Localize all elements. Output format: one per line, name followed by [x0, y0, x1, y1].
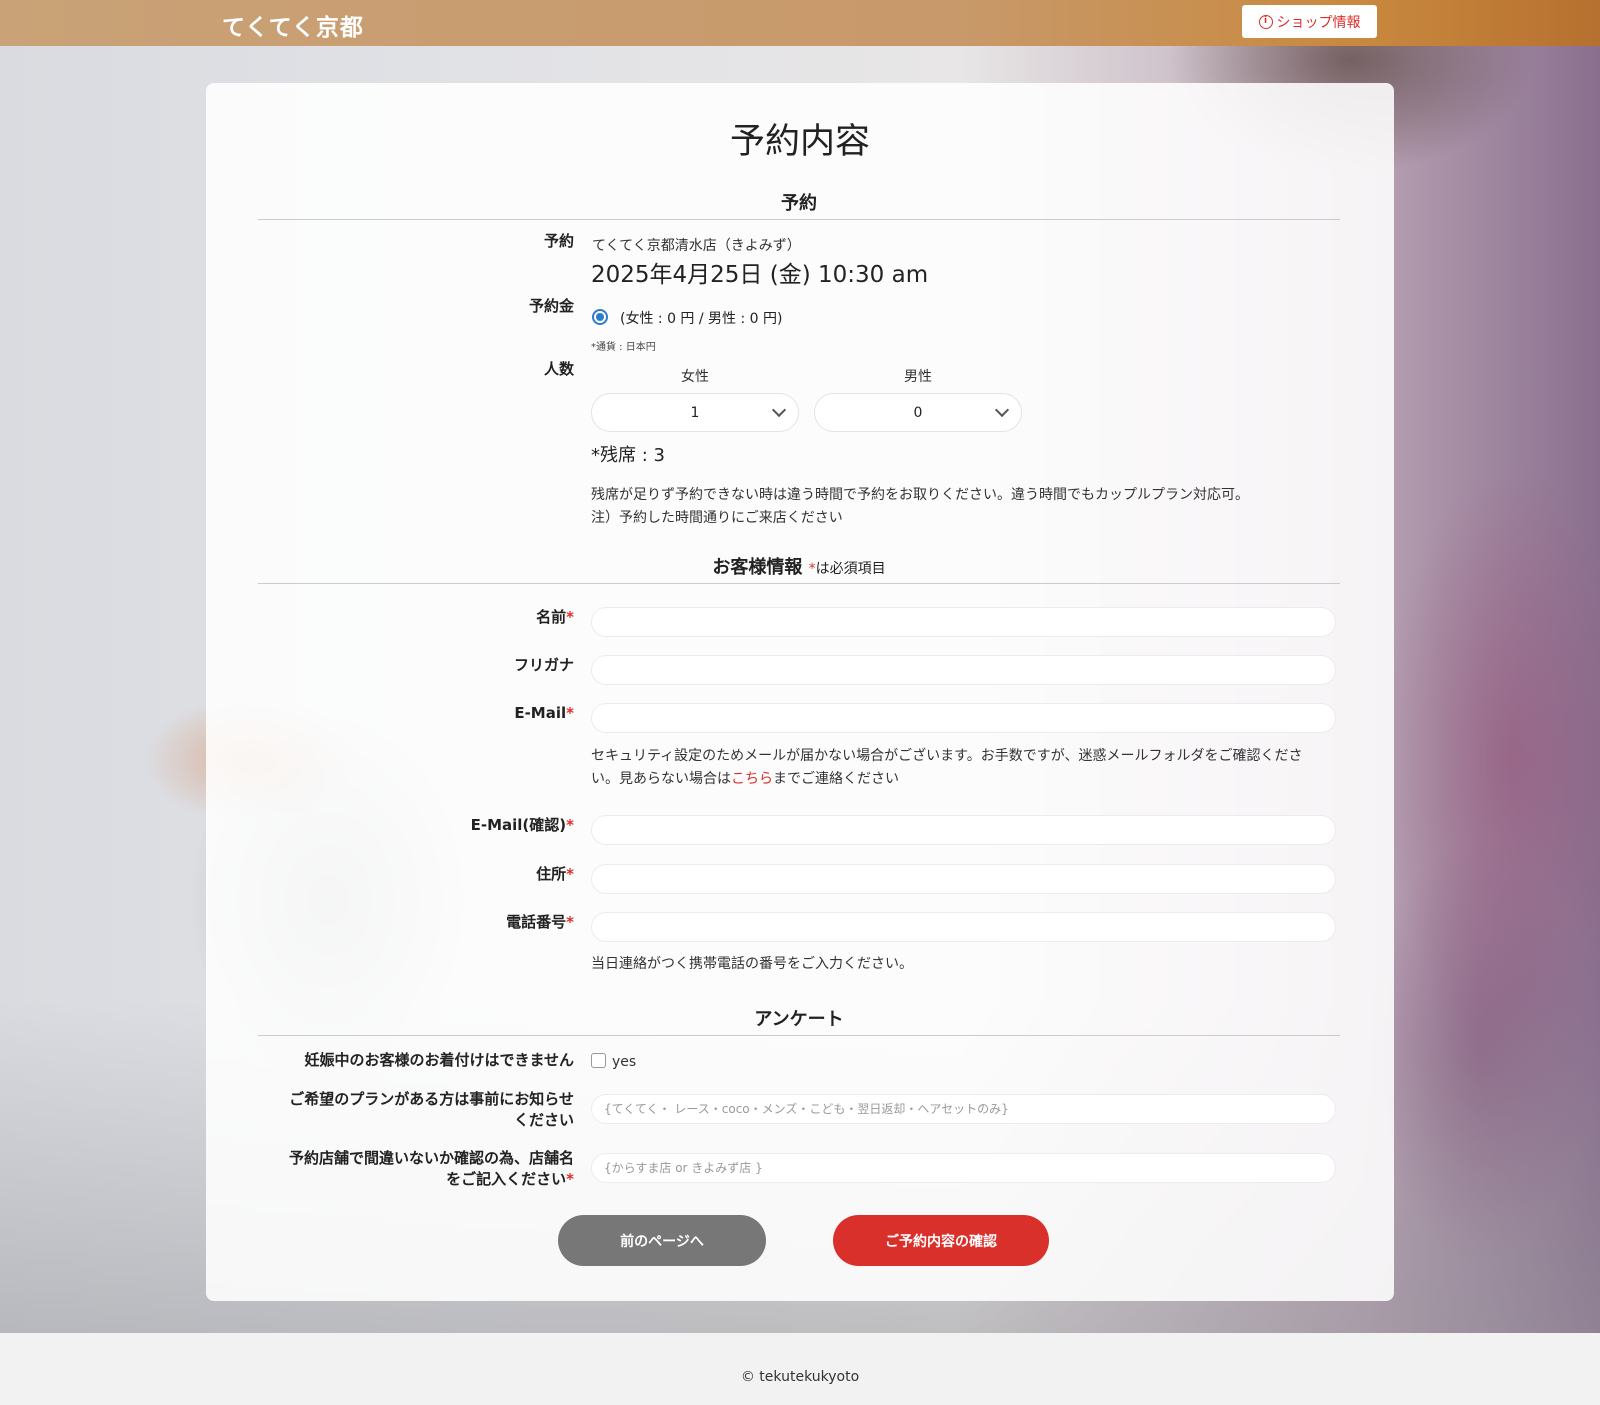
male-label: 男性 [904, 369, 932, 385]
male-count-value: 0 [913, 404, 923, 421]
email-confirm-input[interactable] [591, 815, 1336, 845]
remaining-seats: *残席 : 3 [591, 445, 665, 466]
site-logo[interactable]: てくてく京都 [222, 8, 364, 42]
section-survey-title: アンケート [258, 1005, 1340, 1036]
shop-confirm-input[interactable]: {からすま店 or きよみず店 } [591, 1153, 1336, 1183]
email-note-1: セキュリティ設定のためメールが届かない場合がございます。お手数ですが、迷惑メール… [591, 748, 1303, 764]
email-input[interactable] [591, 703, 1336, 733]
address-label: 住所* [536, 865, 574, 883]
furigana-input[interactable] [591, 655, 1336, 685]
confirm-button[interactable]: ご予約内容の確認 [833, 1215, 1049, 1266]
section-reservation-title: 予約 [258, 189, 1340, 220]
reservation-label: 予約 [543, 232, 574, 250]
name-label: 名前* [536, 608, 574, 626]
phone-label: 電話番号* [506, 913, 574, 931]
reservation-card: 予約内容 予約 予約 てくてく京都清水店（きよみず） 2025年4月25日 (金… [206, 83, 1394, 1301]
deposit-option-text: (女性 : 0 円 / 男性 : 0 円) [620, 311, 783, 327]
people-label: 人数 [543, 360, 574, 378]
chevron-down-icon [994, 402, 1010, 418]
pregnancy-option-label: yes [612, 1054, 637, 1070]
shop-confirm-label: 予約店舗で間違いないか確認の為、店舗名 をご記入ください* [288, 1149, 574, 1188]
currency-note: *通貨 : 日本円 [591, 342, 656, 353]
female-count-select[interactable]: 1 [591, 393, 799, 432]
shop-info-label: ショップ情報 [1276, 14, 1361, 31]
phone-note: 当日連絡がつく携帯電話の番号をご入力ください。 [591, 956, 913, 972]
plan-input[interactable]: {てくてく・ レース・coco・メンズ・こども・翌日返却・ヘアセットのみ} [591, 1094, 1336, 1124]
reservation-datetime: 2025年4月25日 (金) 10:30 am [591, 262, 929, 288]
male-count-select[interactable]: 0 [814, 393, 1022, 432]
deposit-label: 予約金 [528, 297, 574, 315]
reservation-note-1: 残席が足りず予約できない時は違う時間で予約をお取りください。違う時間でもカップル… [591, 487, 1249, 503]
site-header: てくてく京都 i ショップ情報 [0, 0, 1600, 46]
deposit-radio[interactable] [592, 309, 608, 325]
female-count-value: 1 [690, 404, 700, 421]
phone-input[interactable] [591, 912, 1336, 942]
section-customer-title: お客様情報 *は必須項目 [258, 553, 1340, 584]
copyright: © tekutekukyoto [740, 1369, 860, 1385]
pregnancy-label: 妊娠中のお客様のお着付けはできません [304, 1051, 574, 1069]
email-note-2: い。見あらない場合はこちらまでご連絡ください [591, 771, 899, 787]
pregnancy-checkbox[interactable] [591, 1053, 606, 1068]
name-input[interactable] [591, 607, 1336, 637]
back-button[interactable]: 前のページへ [558, 1215, 766, 1266]
site-footer: © tekutekukyoto [0, 1333, 1600, 1405]
shop-info-button[interactable]: i ショップ情報 [1242, 5, 1377, 38]
address-input[interactable] [591, 864, 1336, 894]
contact-link[interactable]: こちら [731, 771, 773, 787]
chevron-down-icon [771, 402, 787, 418]
plan-label: ご希望のプランがある方は事前にお知らせ ください [289, 1090, 574, 1129]
email-confirm-label: E-Mail(確認)* [470, 816, 574, 834]
shop-name: てくてく京都清水店（きよみず） [592, 238, 801, 254]
female-label: 女性 [681, 369, 709, 385]
info-icon: i [1258, 14, 1273, 29]
email-label: E-Mail* [514, 704, 574, 722]
reservation-note-2: 注）予約した時間通りにご来店ください [591, 510, 843, 526]
furigana-label: フリガナ [513, 656, 574, 674]
page-title: 予約内容 [729, 122, 870, 162]
